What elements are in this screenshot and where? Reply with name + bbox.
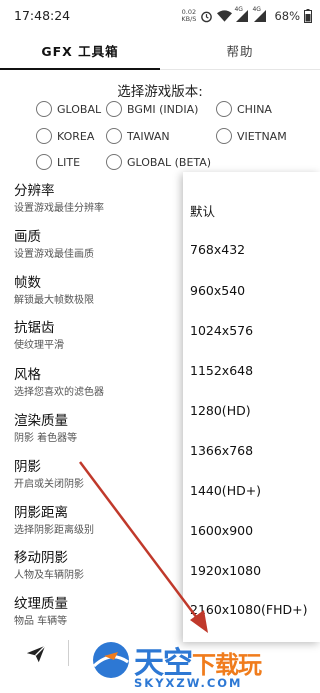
radio-label: LITE <box>57 155 81 169</box>
setting-desc: 设置游戏最佳分辨率 <box>14 203 104 214</box>
radio-row: LITE GLOBAL (BETA) <box>0 152 320 172</box>
setting-desc: 解锁最大帧数极限 <box>14 295 94 306</box>
setting-render-quality[interactable]: 渲染质量 阴影 着色器等 <box>14 413 184 446</box>
radio-label: GLOBAL <box>57 102 102 116</box>
radio-circle[interactable] <box>36 128 52 144</box>
setting-shadow-distance[interactable]: 阴影距离 选择阴影距离级别 <box>14 505 184 538</box>
bottom-divider <box>68 640 69 666</box>
radio-global-beta[interactable]: GLOBAL (BETA) <box>106 152 211 172</box>
setting-desc: 使纹理平滑 <box>14 340 64 351</box>
version-picker-title: 选择游戏版本: <box>117 84 203 100</box>
status-icons: 0.02 KB/S 4G 4G 68% <box>181 6 312 26</box>
dropdown-option[interactable]: 1152x648 <box>190 363 253 378</box>
dropdown-option[interactable]: 1280(HD) <box>190 403 251 418</box>
status-time: 17:48:24 <box>14 8 71 23</box>
setting-title: 分辨率 <box>14 183 55 199</box>
tab-bar: GFX 工具箱 帮助 <box>0 32 320 70</box>
dropdown-option[interactable]: 960x540 <box>190 283 245 298</box>
radio-circle[interactable] <box>216 101 232 117</box>
setting-desc: 选择阴影距离级别 <box>14 525 94 536</box>
setting-title: 帧数 <box>14 275 41 291</box>
radio-label: VIETNAM <box>237 129 287 143</box>
radio-label: TAIWAN <box>127 129 170 143</box>
radio-label: BGMI (INDIA) <box>127 102 199 116</box>
battery-icon <box>304 9 312 23</box>
radio-circle[interactable] <box>36 154 52 170</box>
dropdown-option[interactable]: 2160x1080(FHD+) <box>190 602 307 617</box>
setting-desc: 阴影 着色器等 <box>14 433 78 444</box>
setting-desc: 物品 车辆等 <box>14 616 68 627</box>
send-icon[interactable] <box>25 643 47 665</box>
radio-china[interactable]: CHINA <box>216 99 272 119</box>
signal-label: 4G <box>234 6 243 13</box>
setting-title: 纹理质量 <box>14 596 68 612</box>
battery-percent: 68% <box>274 9 300 23</box>
dropdown-option[interactable]: 1366x768 <box>190 443 253 458</box>
setting-shadows[interactable]: 阴影 开启或关闭阴影 <box>14 459 184 492</box>
watermark-logo-icon <box>92 642 129 678</box>
radio-global[interactable]: GLOBAL <box>36 99 101 119</box>
setting-frame-rate[interactable]: 帧数 解锁最大帧数极限 <box>14 275 184 308</box>
setting-anti-aliasing[interactable]: 抗锯齿 使纹理平滑 <box>14 320 184 353</box>
radio-lite[interactable]: LITE <box>36 152 80 172</box>
setting-title: 渲染质量 <box>14 413 68 429</box>
dropdown-option[interactable]: 768x432 <box>190 242 245 257</box>
radio-label: CHINA <box>237 102 272 116</box>
radio-taiwan[interactable]: TAIWAN <box>106 126 170 146</box>
radio-label: KOREA <box>57 129 95 143</box>
dropdown-option[interactable]: 1920x1080 <box>190 563 261 578</box>
alarm-icon <box>201 11 213 22</box>
radio-korea[interactable]: KOREA <box>36 126 94 146</box>
watermark-accent: 下载玩 <box>192 651 262 679</box>
setting-desc: 人物及车辆阴影 <box>14 570 84 581</box>
signal-icon: 4G <box>252 6 268 22</box>
wifi-icon <box>217 10 233 22</box>
setting-title: 阴影 <box>14 459 41 475</box>
radio-circle[interactable] <box>106 128 122 144</box>
signal-icon: 4G <box>234 6 250 22</box>
setting-title: 风格 <box>14 367 41 383</box>
watermark: 天空下载玩 SKYXZW.COM <box>88 634 320 693</box>
radio-circle[interactable] <box>36 101 52 117</box>
setting-desc: 选择您喜欢的滤色器 <box>14 387 104 398</box>
setting-resolution[interactable]: 分辨率 设置游戏最佳分辨率 <box>14 183 184 216</box>
setting-texture-quality[interactable]: 纹理质量 物品 车辆等 <box>14 596 184 629</box>
dropdown-option[interactable]: 1600x900 <box>190 523 253 538</box>
radio-circle[interactable] <box>106 154 122 170</box>
radio-bgmi-india[interactable]: BGMI (INDIA) <box>106 99 198 119</box>
setting-title: 阴影距离 <box>14 505 68 521</box>
radio-circle[interactable] <box>106 101 122 117</box>
radio-row: GLOBAL BGMI (INDIA) CHINA <box>0 99 320 119</box>
radio-label: GLOBAL (BETA) <box>127 155 212 169</box>
setting-style[interactable]: 风格 选择您喜欢的滤色器 <box>14 367 184 400</box>
setting-title: 移动阴影 <box>14 550 68 566</box>
resolution-dropdown: 默认 768x432 960x540 1024x576 1152x648 128… <box>183 172 320 642</box>
setting-title: 抗锯齿 <box>14 320 55 336</box>
tab-help[interactable]: 帮助 <box>160 32 320 69</box>
radio-vietnam[interactable]: VIETNAM <box>216 126 287 146</box>
dropdown-option[interactable]: 默认 <box>190 201 215 220</box>
setting-desc: 开启或关闭阴影 <box>14 479 84 490</box>
net-speed: 0.02 KB/S <box>181 9 196 23</box>
status-bar: 17:48:24 0.02 KB/S 4G 4G 68% <box>0 0 320 32</box>
radio-circle[interactable] <box>216 128 232 144</box>
signal-label: 4G <box>252 6 261 13</box>
setting-title: 画质 <box>14 229 41 245</box>
setting-graphics-quality[interactable]: 画质 设置游戏最佳画质 <box>14 229 184 262</box>
dropdown-option[interactable]: 1440(HD+) <box>190 483 261 498</box>
setting-moving-shadows[interactable]: 移动阴影 人物及车辆阴影 <box>14 550 184 583</box>
watermark-sub-text: SKYXZW.COM <box>134 676 243 690</box>
setting-desc: 设置游戏最佳画质 <box>14 249 94 260</box>
radio-row: KOREA TAIWAN VIETNAM <box>0 126 320 146</box>
net-speed-unit: KB/S <box>181 15 197 23</box>
tab-gfx-toolbox[interactable]: GFX 工具箱 <box>0 32 160 70</box>
dropdown-option[interactable]: 1024x576 <box>190 323 253 338</box>
